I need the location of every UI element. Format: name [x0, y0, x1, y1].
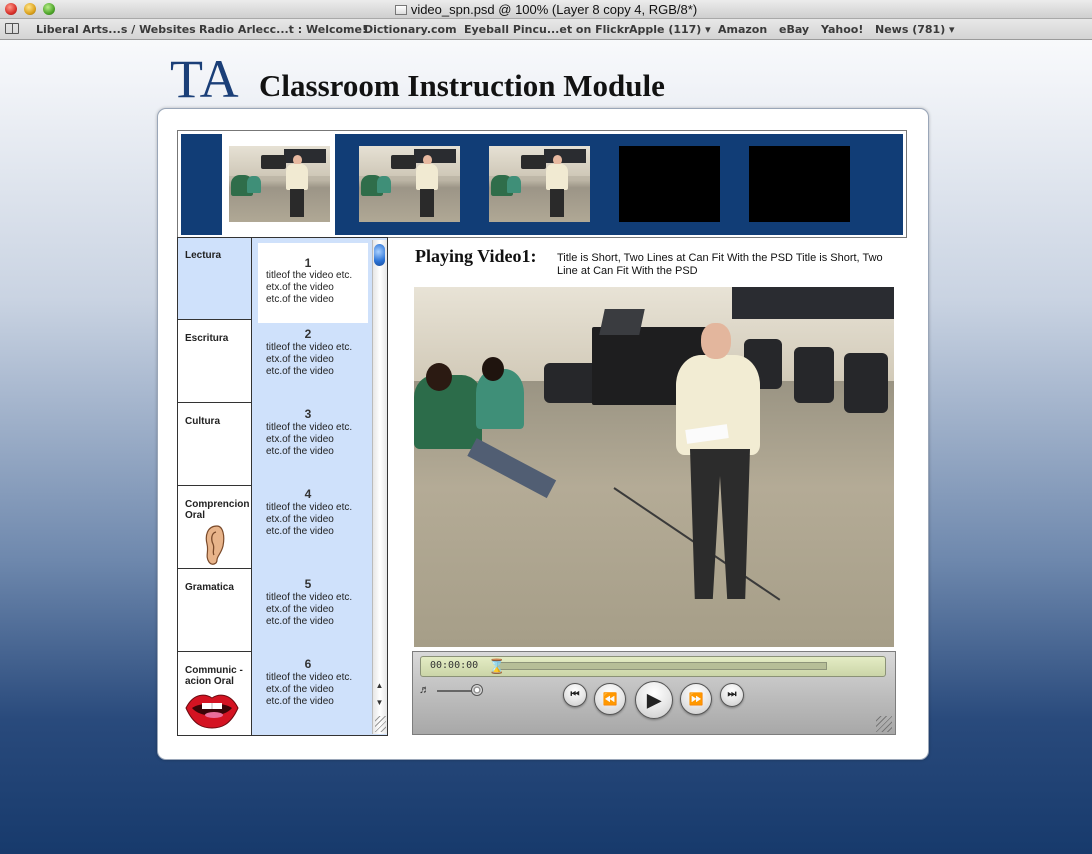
bookmark-radio-arlecchino[interactable]: Radio Arlecc...t : Welcome! [199, 23, 367, 36]
bookmarks-bar: Liberal Arts...s / Websites Radio Arlecc… [0, 19, 1092, 40]
video-list-item-6-number[interactable]: 6 [296, 657, 320, 671]
video-player[interactable] [414, 287, 894, 647]
play-button[interactable]: ▶ [635, 681, 673, 719]
category-label: Escritura [185, 333, 229, 344]
page-title: Classroom Instruction Module [259, 68, 665, 103]
skip-to-end-button[interactable]: ⏭ [720, 683, 744, 707]
video-frame-speaker-head [701, 323, 731, 359]
video-item-line: etx.of the video [266, 354, 334, 365]
video-list-item-4-number[interactable]: 4 [296, 487, 320, 501]
video-item-line: titleof the video etc. [266, 422, 353, 433]
video-item-line: etx.of the video [266, 434, 334, 445]
video-frame-student-head [426, 363, 452, 391]
video-list-item-3[interactable]: titleof the video etc. etx.of the video … [266, 422, 376, 458]
fast-forward-icon: ⏩ [688, 692, 704, 706]
video-thumbnail-2[interactable] [359, 146, 460, 222]
video-item-line: etc.of the video [266, 366, 334, 377]
skip-to-start-button[interactable]: ⏮ [563, 683, 587, 707]
video-item-line: etc.of the video [266, 696, 334, 707]
video-thumbnail-3[interactable] [489, 146, 590, 222]
category-label: Comprencion Oral [185, 499, 250, 521]
scrollbar-thumb[interactable] [374, 244, 385, 266]
scroll-down-arrow-icon[interactable]: ▼ [373, 697, 386, 709]
video-item-line: titleof the video etc. [266, 592, 353, 603]
video-frame-board [732, 287, 894, 319]
video-frame-chair [794, 347, 834, 403]
video-item-line: etx.of the video [266, 282, 334, 293]
video-list-item-5[interactable]: titleof the video etc. etx.of the video … [266, 592, 376, 628]
bookmarks-book-icon[interactable] [5, 23, 19, 34]
category-label: Communic -acion Oral [185, 665, 243, 687]
volume-knob[interactable] [471, 684, 483, 696]
category-label: Cultura [185, 416, 220, 427]
play-icon: ▶ [647, 690, 661, 710]
bookmark-liberal-arts[interactable]: Liberal Arts...s / Websites [36, 23, 196, 36]
resize-grip-icon[interactable] [375, 716, 386, 732]
video-item-line: etx.of the video [266, 684, 334, 695]
video-thumbnail-1[interactable] [229, 146, 330, 222]
playhead-icon[interactable]: ⌛ [488, 657, 505, 675]
thumbnail-scene [229, 146, 330, 222]
fast-forward-button[interactable]: ⏩ [680, 683, 712, 715]
category-gramatica[interactable]: Gramatica [178, 570, 251, 652]
window-title: video_spn.psd @ 100% (Layer 8 copy 4, RG… [0, 2, 1092, 17]
video-list-item-1-number[interactable]: 1 [296, 256, 320, 270]
bookmark-yahoo[interactable]: Yahoo! [821, 23, 863, 36]
category-lectura[interactable]: Lectura [178, 238, 251, 320]
video-item-line: etc.of the video [266, 616, 334, 627]
video-list-item-3-number[interactable]: 3 [296, 407, 320, 421]
skip-to-start-icon: ⏮ [570, 689, 580, 700]
video-item-line: etc.of the video [266, 446, 334, 457]
document-icon [394, 5, 407, 15]
player-resize-grip-icon[interactable] [876, 716, 892, 732]
video-thumbnail-4[interactable] [619, 146, 720, 222]
timecode: 00:00:00 [430, 660, 479, 671]
video-list-scrollbar[interactable] [372, 240, 387, 734]
playing-label: Playing Video1: [415, 246, 537, 266]
thumbnail-scene [359, 146, 460, 222]
ear-icon [205, 525, 225, 565]
video-item-line: etc.of the video [266, 294, 334, 305]
thumbnail-scene [489, 146, 590, 222]
volume-icon[interactable]: ♬ [419, 684, 430, 696]
bookmark-news[interactable]: News (781) ▾ [875, 23, 955, 36]
video-item-line: titleof the video etc. [266, 342, 353, 353]
video-list-item-5-number[interactable]: 5 [296, 577, 320, 591]
video-list-item-2[interactable]: titleof the video etc. etx.of the video … [266, 342, 376, 378]
category-label: Gramatica [185, 582, 234, 593]
ta-logo: TA [170, 49, 240, 109]
mouth-icon [185, 694, 239, 729]
video-frame-student-head [482, 357, 504, 381]
video-item-line: titleof the video etc. [266, 502, 353, 513]
bookmark-ebay[interactable]: eBay [779, 23, 809, 36]
skip-to-end-icon: ⏭ [727, 689, 737, 700]
video-item-line: etx.of the video [266, 604, 334, 615]
video-frame-chair [844, 353, 888, 413]
window-title-text: video_spn.psd @ 100% (Layer 8 copy 4, RG… [410, 2, 698, 17]
bookmark-eyeball-flickr[interactable]: Eyeball Pincu...et on Flickr [464, 23, 629, 36]
scroll-up-arrow-icon[interactable]: ▲ [373, 680, 386, 692]
video-item-line: etc.of the video [266, 526, 334, 537]
category-label: Lectura [185, 250, 222, 261]
video-frame-laptop [599, 309, 645, 335]
video-list-item-1[interactable]: titleof the video etc. etx.of the video … [266, 270, 376, 306]
bookmark-dictionary[interactable]: Dictionary.com [364, 23, 457, 36]
window-titlebar: video_spn.psd @ 100% (Layer 8 copy 4, RG… [0, 0, 1092, 19]
playing-title: Title is Short, Two Lines at Can Fit Wit… [557, 252, 883, 277]
video-item-line: titleof the video etc. [266, 270, 353, 281]
rewind-button[interactable]: ⏪ [594, 683, 626, 715]
video-thumbnail-5[interactable] [749, 146, 850, 222]
rewind-icon: ⏪ [602, 692, 618, 706]
video-item-line: etx.of the video [266, 514, 334, 525]
video-list-item-4[interactable]: titleof the video etc. etx.of the video … [266, 502, 376, 538]
video-item-line: titleof the video etc. [266, 672, 353, 683]
scrub-track[interactable] [497, 662, 827, 670]
bookmark-amazon[interactable]: Amazon [718, 23, 767, 36]
video-list-item-6[interactable]: titleof the video etc. etx.of the video … [266, 672, 376, 708]
category-escritura[interactable]: Escritura [178, 321, 251, 403]
category-cultura[interactable]: Cultura [178, 404, 251, 486]
video-list-item-2-number[interactable]: 2 [296, 327, 320, 341]
bookmark-apple[interactable]: Apple (117) ▾ [629, 23, 711, 36]
